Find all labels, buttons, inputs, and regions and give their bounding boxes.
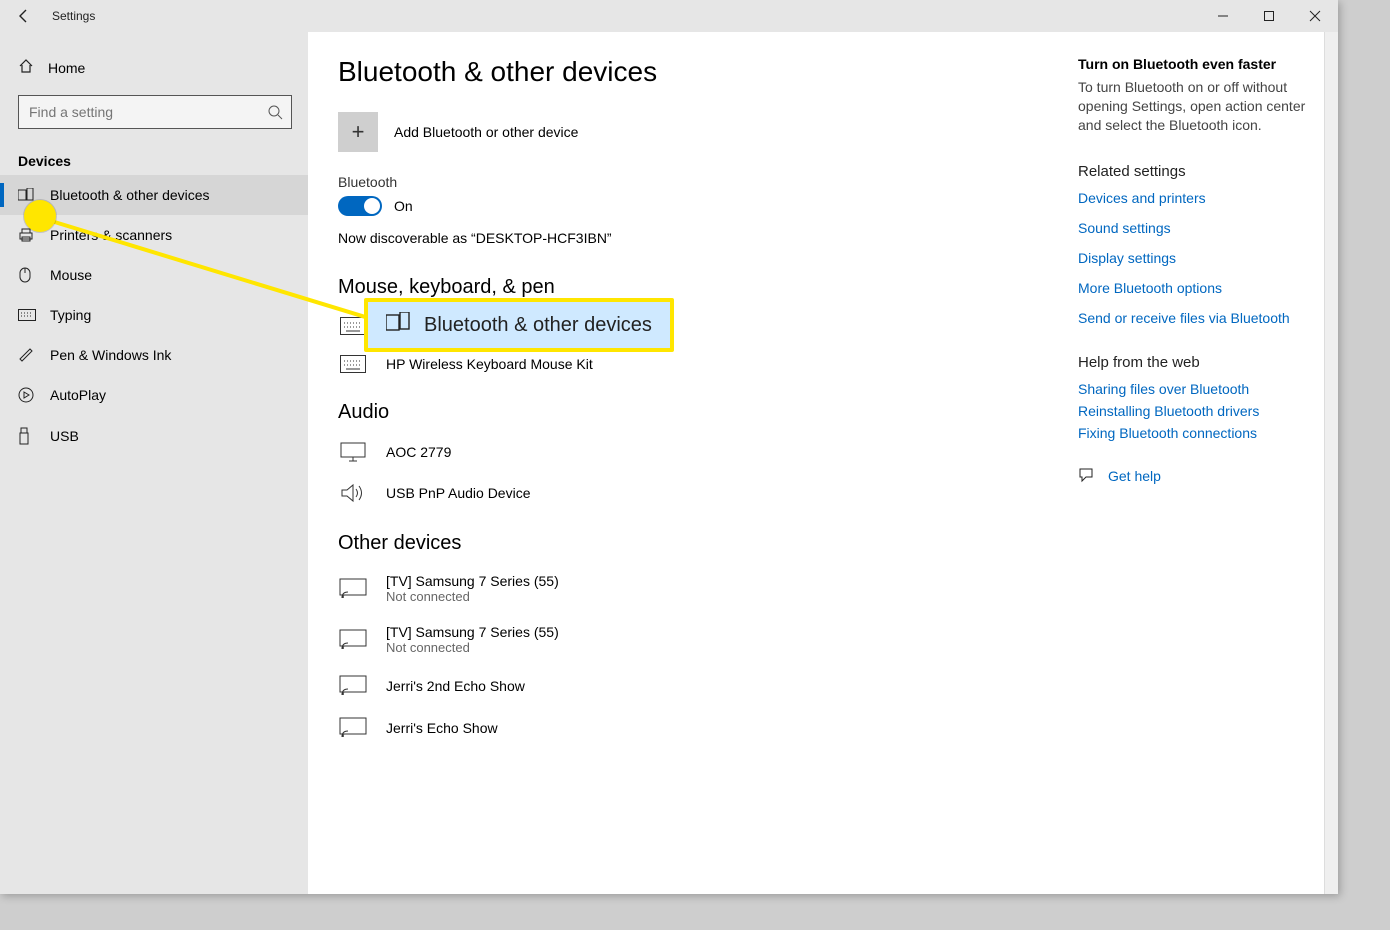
help-title: Help from the web	[1078, 354, 1306, 371]
link-reinstall[interactable]: Reinstalling Bluetooth drivers	[1078, 403, 1306, 419]
group-other: Other devices	[338, 532, 1038, 555]
search-input-wrap[interactable]	[18, 95, 292, 129]
bt-toggle[interactable]	[338, 196, 382, 216]
nav-typing[interactable]: Typing	[0, 295, 308, 335]
get-help-link[interactable]: Get help	[1108, 468, 1161, 484]
device-name: Jerri's 2nd Echo Show	[386, 678, 525, 694]
callout-label: Bluetooth & other devices	[424, 314, 652, 337]
device-status: Not connected	[386, 640, 559, 655]
monitor-icon	[338, 442, 368, 462]
group-audio: Audio	[338, 401, 1038, 424]
maximize-button[interactable]	[1246, 0, 1292, 32]
keyboard-icon	[18, 309, 36, 321]
link-more-bt[interactable]: More Bluetooth options	[1078, 280, 1306, 296]
device-row[interactable]: Jerri's Echo Show	[338, 707, 1038, 749]
device-row[interactable]: [TV] Samsung 7 Series (55)Not connected	[338, 614, 1038, 665]
related-title: Related settings	[1078, 163, 1306, 180]
device-name: [TV] Samsung 7 Series (55)	[386, 573, 559, 589]
nav-label: AutoPlay	[50, 387, 106, 403]
device-name: Jerri's Echo Show	[386, 720, 498, 736]
device-status: Not connected	[386, 589, 559, 604]
add-icon[interactable]: +	[338, 112, 378, 152]
usb-icon	[18, 427, 36, 445]
callout-box: Bluetooth & other devices	[364, 298, 674, 352]
back-button[interactable]	[14, 6, 34, 26]
device-name: USB PnP Audio Device	[386, 485, 531, 501]
nav-label: Bluetooth & other devices	[50, 187, 210, 203]
miracast-icon	[338, 578, 368, 600]
callout-marker	[24, 200, 56, 232]
tip-title: Turn on Bluetooth even faster	[1078, 56, 1306, 72]
chat-icon	[1078, 467, 1094, 486]
add-device-row[interactable]: + Add Bluetooth or other device	[338, 112, 1038, 152]
nav-mouse[interactable]: Mouse	[0, 255, 308, 295]
speaker-icon	[338, 482, 368, 504]
device-name: [TV] Samsung 7 Series (55)	[386, 624, 559, 640]
nav-usb[interactable]: USB	[0, 415, 308, 457]
miracast-icon	[338, 717, 368, 739]
scrollbar[interactable]	[1324, 32, 1338, 894]
titlebar: Settings	[0, 0, 1338, 32]
group-mk: Mouse, keyboard, & pen	[338, 276, 1038, 299]
window-title: Settings	[52, 9, 95, 23]
devices-icon	[386, 312, 410, 338]
search-icon	[267, 104, 283, 125]
home-nav[interactable]: Home	[0, 50, 308, 85]
miracast-icon	[338, 675, 368, 697]
device-row[interactable]: Jerri's 2nd Echo Show	[338, 665, 1038, 707]
settings-window: Settings Home De	[0, 0, 1338, 894]
bt-toggle-state: On	[394, 198, 413, 214]
device-row[interactable]: AOC 2779	[338, 432, 1038, 472]
nav-autoplay[interactable]: AutoPlay	[0, 375, 308, 415]
device-row[interactable]: USB PnP Audio Device	[338, 472, 1038, 514]
right-column: Turn on Bluetooth even faster To turn Bl…	[1068, 32, 1324, 894]
miracast-icon	[338, 629, 368, 651]
nav-label: Pen & Windows Ink	[50, 347, 171, 363]
link-send-files[interactable]: Send or receive files via Bluetooth	[1078, 310, 1306, 326]
page-title: Bluetooth & other devices	[338, 56, 1038, 88]
bt-section-label: Bluetooth	[338, 174, 1038, 190]
home-icon	[18, 58, 34, 77]
link-sharing[interactable]: Sharing files over Bluetooth	[1078, 381, 1306, 397]
main-area: Bluetooth & other devices + Add Bluetoot…	[308, 32, 1338, 894]
home-label: Home	[48, 60, 85, 76]
category-label: Devices	[0, 139, 308, 175]
device-name: AOC 2779	[386, 444, 451, 460]
nav-pen[interactable]: Pen & Windows Ink	[0, 335, 308, 375]
mouse-icon	[18, 267, 36, 283]
keyboard-icon	[338, 355, 368, 373]
device-row[interactable]: [TV] Samsung 7 Series (55)Not connected	[338, 563, 1038, 614]
tip-body: To turn Bluetooth on or off without open…	[1078, 78, 1306, 135]
nav-label: Typing	[50, 307, 91, 323]
add-label: Add Bluetooth or other device	[394, 124, 578, 140]
close-button[interactable]	[1292, 0, 1338, 32]
minimize-button[interactable]	[1200, 0, 1246, 32]
link-devices-printers[interactable]: Devices and printers	[1078, 190, 1306, 206]
link-fixing[interactable]: Fixing Bluetooth connections	[1078, 425, 1306, 441]
discoverable-text: Now discoverable as “DESKTOP-HCF3IBN”	[338, 230, 1038, 246]
pen-icon	[18, 347, 36, 363]
link-display[interactable]: Display settings	[1078, 250, 1306, 266]
link-sound[interactable]: Sound settings	[1078, 220, 1306, 236]
get-help-row[interactable]: Get help	[1078, 467, 1306, 486]
devices-icon	[18, 188, 36, 202]
device-name: HP Wireless Keyboard Mouse Kit	[386, 356, 593, 372]
autoplay-icon	[18, 387, 36, 403]
search-input[interactable]	[19, 104, 291, 120]
nav-label: USB	[50, 428, 79, 444]
nav-label: Mouse	[50, 267, 92, 283]
sidebar: Home Devices Bluetooth & other devices P…	[0, 32, 308, 894]
